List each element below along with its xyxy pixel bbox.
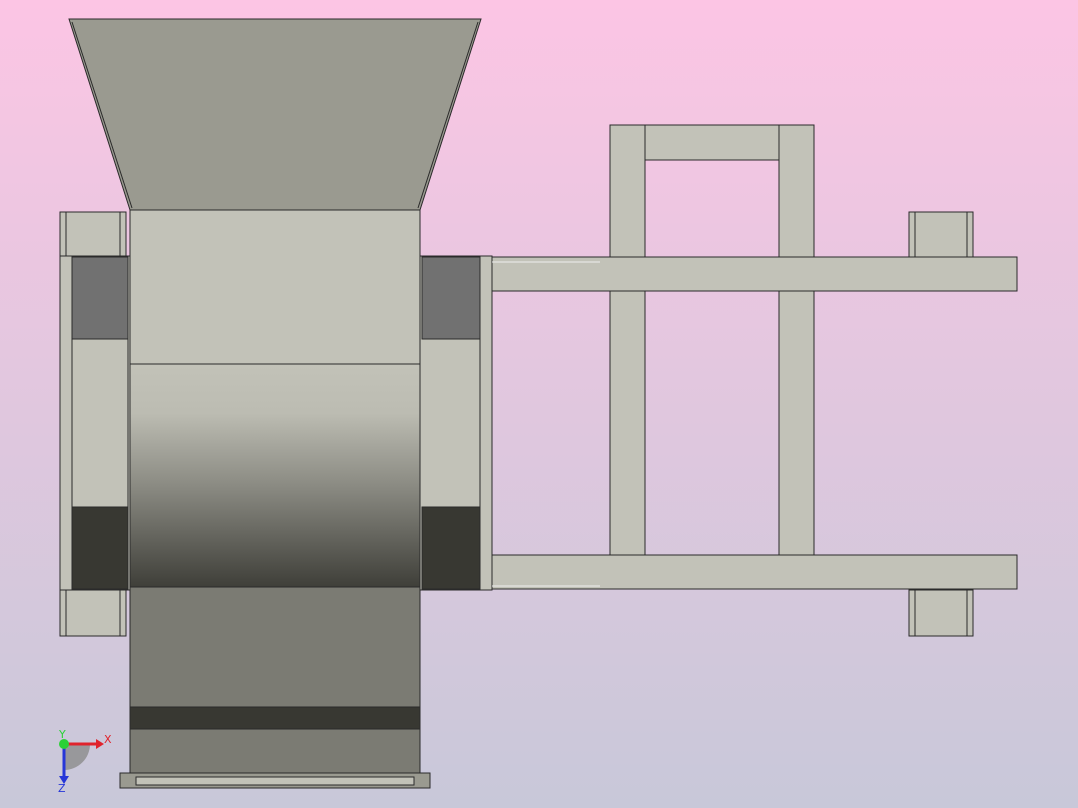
lower-housing[interactable] [129,586,421,774]
side-plate-right-dark-lower [421,506,481,590]
triad-z-label: Z [58,782,66,795]
frame-post-right[interactable] [778,124,815,556]
frame-crossbar-top[interactable] [644,124,780,161]
3d-viewport[interactable]: X Y Z [0,0,1078,808]
bearing-block-left-top[interactable] [59,211,127,258]
frame-post-left[interactable] [609,124,646,556]
frame-rail-bottom-overlay [491,554,1018,590]
bearing-block-right-top[interactable] [908,211,974,258]
triad-shadow [64,744,90,770]
triad-x-label: X [104,733,112,746]
bearing-block-right-bottom[interactable] [908,589,974,637]
triad-x-arrow [96,739,104,749]
lower-housing-dark-band [129,706,421,730]
orientation-triad[interactable]: X Y Z [58,728,112,795]
base-flange-inner [135,776,415,786]
machine-model-view[interactable]: X Y Z [0,0,1078,808]
hopper[interactable] [68,18,482,211]
drum[interactable] [129,363,421,588]
bearing-block-left-bottom[interactable] [59,589,127,637]
side-plate-left-dark-upper [71,256,129,340]
side-plate-left-dark-lower [71,506,129,590]
side-plate-right-dark-upper [421,256,481,340]
triad-y-label: Y [58,728,66,741]
main-housing-upper[interactable] [129,209,421,365]
